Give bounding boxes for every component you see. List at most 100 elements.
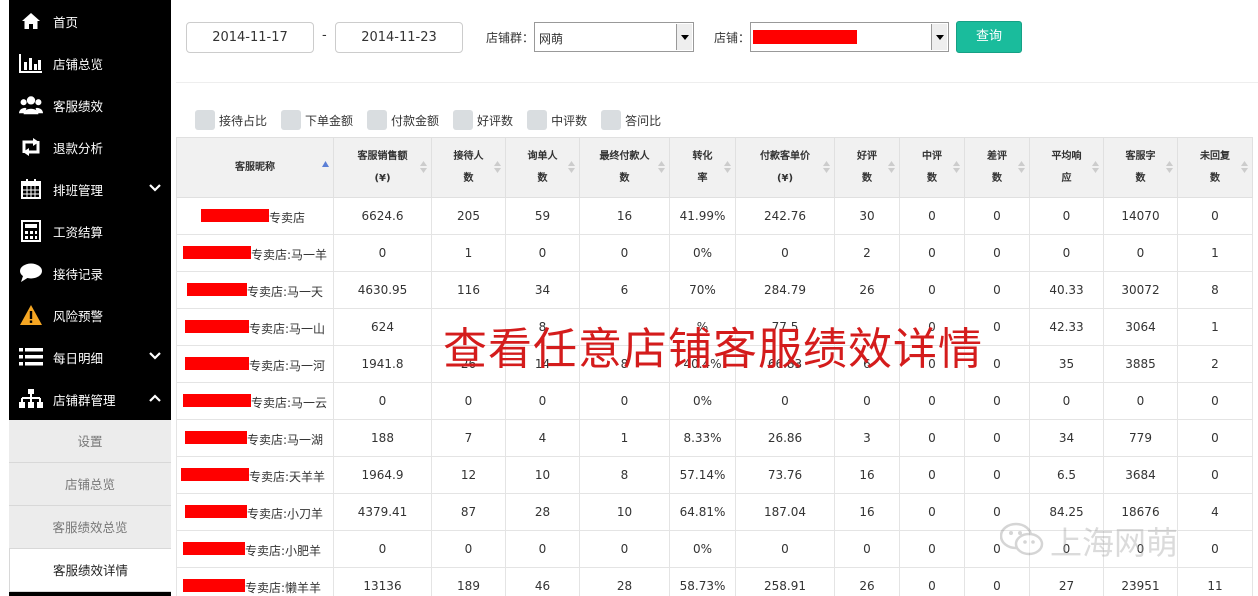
table-cell: 0 [834,530,900,568]
cs-nickname: 专卖店:小刀羊 [247,507,324,521]
column-header[interactable]: 客服昵称 [176,137,334,198]
table-row[interactable]: 专卖店:天羊羊 1964.9 12 10 8 57.14% 73.76 16 0 0 6.5 3684… [176,456,1253,494]
column-header[interactable]: 未回复数 [1177,137,1253,198]
column-header-label: 客服销售额 [357,150,408,162]
column-header-label: 付款客单价 [760,150,810,162]
sidebar-item-scheduling[interactable]: 排班管理 [9,168,171,210]
toggle-label: 好评数 [477,113,514,128]
table-cell: 16 [834,456,900,494]
table-cell: 0 [1177,382,1253,420]
toggle-reception-ratio[interactable]: 接待占比 [195,110,267,130]
table-cell: 0 [579,382,670,420]
submenu-item-cs-performance-details[interactable]: 客服绩效详情 [9,549,171,592]
checkbox[interactable] [601,110,622,130]
redacted-shop-name [183,246,251,259]
column-header[interactable]: 付款客单价 (¥) [735,137,835,198]
table-cell: 187.04 [735,493,835,531]
column-header-label: 好评 [857,150,877,162]
sidebar-item-refund-analysis[interactable]: 退款分析 [9,126,171,168]
dropdown-arrow-icon [931,24,947,50]
column-header[interactable]: 平均响应 [1029,137,1104,198]
submenu-item-cs-performance-overview[interactable]: 客服绩效总览 [9,506,171,549]
checkbox[interactable] [281,110,302,130]
column-header[interactable]: 中评数 [899,137,965,198]
sidebar-item-label: 店铺群管理 [53,392,116,408]
start-date-input[interactable]: 2014-11-17 [186,22,314,53]
redacted-shop-name [185,431,247,444]
table-cell: 258.91 [735,567,835,596]
column-header[interactable]: 最终付款人数 [579,137,670,198]
sidebar-item-cs-performance[interactable]: 客服绩效 [9,84,171,126]
column-header[interactable]: 转化率 [669,137,736,198]
table-cell: 0 [899,271,965,309]
table-cell: 64.81% [669,493,736,531]
table-row[interactable]: 专卖店:懒羊羊 13136 189 46 28 58.73% 258.91 26 0 0 27 239… [176,567,1253,596]
watermark-text: 上海网萌 [1050,524,1179,562]
cs-nickname-cell: 专卖店:小肥羊 [176,530,334,568]
toolbar-divider [176,82,1258,83]
sidebar-item-payroll[interactable]: 工资结算 [9,210,171,252]
sidebar-item-risk-alert[interactable]: 风险预警 [9,294,171,336]
table-cell: 4379.41 [333,493,432,531]
sort-icon [953,160,960,174]
end-date-input[interactable]: 2014-11-23 [335,22,463,53]
sidebar-item-label: 退款分析 [53,140,104,156]
table-cell: 0% [669,530,736,568]
column-header-label: 数 [862,172,872,184]
sidebar-item-shop-group-management[interactable]: 店铺群管理 [9,378,171,420]
table-cell: 0 [735,530,835,568]
warning-icon [19,303,43,327]
checkbox[interactable] [527,110,548,130]
sidebar-item-reception-records[interactable]: 接待记录 [9,252,171,294]
list-icon [19,345,43,369]
table-row[interactable]: 专卖店:马一湖 188 7 4 1 8.33% 26.86 3 0 0 34 779 0 [176,419,1253,457]
toggle-answer-ratio[interactable]: 答问比 [601,110,661,130]
table-row[interactable]: 专卖店:马一云 0 0 0 0 0% 0 0 0 0 0 0 0 [176,382,1253,420]
table-cell: 0 [964,234,1030,272]
column-header[interactable]: 询单人数 [505,137,580,198]
cs-nickname-cell: 专卖店:马一羊 [176,234,334,272]
table-row[interactable]: 专卖店 6624.6 205 59 16 41.99% 242.76 30 0 0 0 14070 0 [176,197,1253,235]
column-header[interactable]: 接待人数 [431,137,506,198]
table-cell: 16 [834,493,900,531]
shop-label: 店铺： [714,31,751,45]
cs-nickname: 专卖店:懒羊羊 [245,581,322,595]
column-header-label: (¥) [776,172,794,184]
toggle-order-amount[interactable]: 下单金额 [281,110,353,130]
checkbox[interactable] [453,110,474,130]
sidebar-item-daily-details[interactable]: 每日明细 [9,336,171,378]
submenu-item-settings[interactable]: 设置 [9,420,171,463]
shop-select[interactable] [750,22,949,52]
table-row[interactable]: 专卖店:马一天 4630.95 116 34 6 70% 284.79 26 0 0 40.33 30… [176,271,1253,309]
table-cell: 0 [899,493,965,531]
column-header[interactable]: 客服销售额 (¥) [333,137,432,198]
toggle-positive-reviews[interactable]: 好评数 [453,110,513,130]
query-button[interactable]: 查询 [956,21,1022,53]
home-icon [19,9,43,33]
column-header[interactable]: 好评数 [834,137,900,198]
checkbox[interactable] [195,110,215,130]
toggle-neutral-reviews[interactable]: 中评数 [527,110,587,130]
cs-nickname-cell: 专卖店:马一云 [176,382,334,420]
sidebar-item-label: 工资结算 [53,224,104,240]
table-row[interactable]: 专卖店:马一羊 0 1 0 0 0% 0 2 0 0 0 0 1 [176,234,1253,272]
checkbox[interactable] [367,110,388,130]
column-header-label: 平均响 [1051,150,1082,162]
table-cell: 0 [1103,234,1178,272]
table-cell: 28 [505,493,580,531]
shop-group-select[interactable]: 网萌 [534,22,694,52]
table-cell: 0 [431,382,506,420]
redacted-shop-name [183,579,245,592]
sort-icon [888,160,895,174]
column-header[interactable]: 差评数 [964,137,1030,198]
table-cell: 26.86 [735,419,835,457]
toggle-payment-amount[interactable]: 付款金额 [367,110,439,130]
sort-icon [1018,160,1025,174]
table-cell: 0 [1103,382,1178,420]
sidebar-item-shop-overview[interactable]: 店铺总览 [9,42,171,84]
column-header[interactable]: 客服字数 [1103,137,1178,198]
sidebar-item-home[interactable]: 首页 [9,0,171,42]
table-cell: 34 [1029,419,1104,457]
submenu-item-shop-overview[interactable]: 店铺总览 [9,463,171,506]
toggle-label: 下单金额 [305,113,354,128]
